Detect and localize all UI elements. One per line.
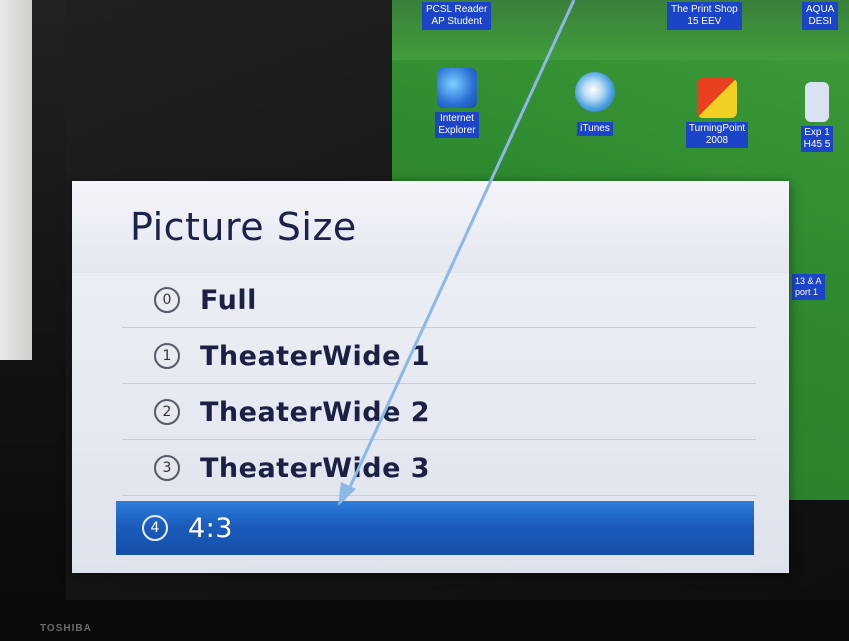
annotation-arrow <box>338 0 576 506</box>
arrow-head <box>338 482 356 506</box>
arrow-shaft <box>342 0 576 501</box>
tv-brand-logo: TOSHIBA <box>40 623 92 634</box>
